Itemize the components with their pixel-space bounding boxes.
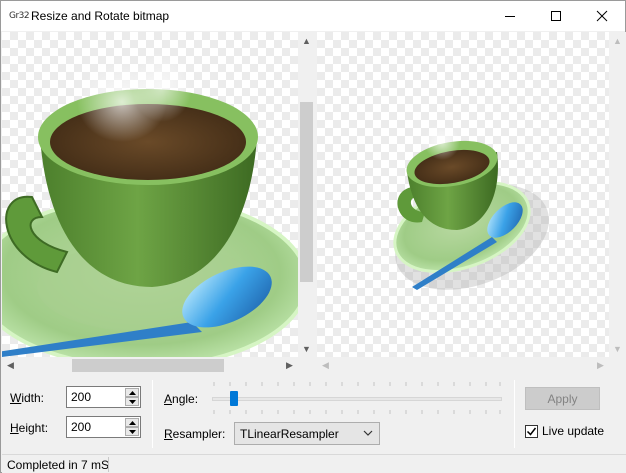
angle-label: Angle: <box>164 392 199 406</box>
height-spinedit[interactable]: 200 <box>66 416 141 438</box>
status-bar: Completed in 7 mS <box>2 454 626 473</box>
slider-ticks <box>213 410 501 414</box>
scroll-thumb[interactable] <box>72 359 224 372</box>
scroll-down-icon[interactable]: ▼ <box>298 340 315 357</box>
height-label: Height: <box>10 421 49 435</box>
right-horizontal-scrollbar[interactable]: ◀ ▶ <box>317 357 609 374</box>
minimize-icon <box>505 16 515 17</box>
title-bar[interactable]: Gr32 Resize and Rotate bitmap <box>1 1 625 31</box>
scroll-up-icon[interactable]: ▲ <box>609 32 626 49</box>
scroll-left-icon[interactable]: ◀ <box>317 357 334 374</box>
rotated-cup-image <box>393 124 549 290</box>
divider <box>514 380 515 448</box>
right-vertical-scrollbar[interactable]: ▲ ▼ <box>609 32 626 357</box>
spin-down-icon[interactable] <box>125 427 139 436</box>
resampler-value: TLinearResampler <box>240 427 339 441</box>
width-spinedit[interactable]: 200 <box>66 386 141 408</box>
result-image-pane[interactable] <box>317 32 609 357</box>
main-window: Gr32 Resize and Rotate bitmap ▲ ▼ ◀ ▶ ▲ … <box>0 0 626 473</box>
scroll-corner <box>298 357 315 374</box>
scroll-up-icon[interactable]: ▲ <box>298 32 315 49</box>
spin-up-icon[interactable] <box>125 418 139 427</box>
checkmark-icon <box>526 427 537 436</box>
width-spin-buttons[interactable] <box>125 388 139 406</box>
close-icon <box>596 10 608 22</box>
divider <box>152 380 153 448</box>
source-image-pane[interactable] <box>2 32 298 357</box>
resampler-select[interactable]: TLinearResampler <box>234 422 380 445</box>
minimize-button[interactable] <box>487 1 533 31</box>
height-value[interactable]: 200 <box>71 420 91 434</box>
angle-slider-thumb[interactable] <box>230 391 238 406</box>
spin-up-icon[interactable] <box>125 388 139 397</box>
window-title: Resize and Rotate bitmap <box>31 9 170 23</box>
status-text: Completed in 7 mS <box>7 458 110 472</box>
controls-panel: Width: 200 Height: 200 Angle: Resampler:… <box>2 374 626 454</box>
height-spin-buttons[interactable] <box>125 418 139 436</box>
coffee-cup-image <box>2 52 298 357</box>
scroll-right-icon[interactable]: ▶ <box>592 357 609 374</box>
scroll-corner <box>609 357 626 374</box>
scroll-left-icon[interactable]: ◀ <box>2 357 19 374</box>
maximize-button[interactable] <box>533 1 579 31</box>
live-update-checkbox[interactable] <box>525 425 538 438</box>
width-value[interactable]: 200 <box>71 390 91 404</box>
app-icon: Gr32 <box>9 11 30 21</box>
left-vertical-scrollbar[interactable]: ▲ ▼ <box>298 32 315 357</box>
maximize-icon <box>551 11 561 21</box>
scroll-thumb[interactable] <box>300 102 313 282</box>
spin-down-icon[interactable] <box>125 397 139 406</box>
resampler-label: Resampler: <box>164 427 226 441</box>
close-button[interactable] <box>579 1 625 31</box>
left-horizontal-scrollbar[interactable]: ◀ ▶ <box>2 357 298 374</box>
chevron-down-icon <box>363 430 373 436</box>
apply-button[interactable]: Apply <box>525 387 600 410</box>
slider-ticks <box>213 382 501 386</box>
width-label: Width: <box>10 391 45 405</box>
live-update-label[interactable]: Live update <box>542 424 604 438</box>
scroll-down-icon[interactable]: ▼ <box>609 340 626 357</box>
status-separator <box>108 457 109 472</box>
scroll-right-icon[interactable]: ▶ <box>281 357 298 374</box>
angle-slider-track[interactable] <box>212 397 502 401</box>
